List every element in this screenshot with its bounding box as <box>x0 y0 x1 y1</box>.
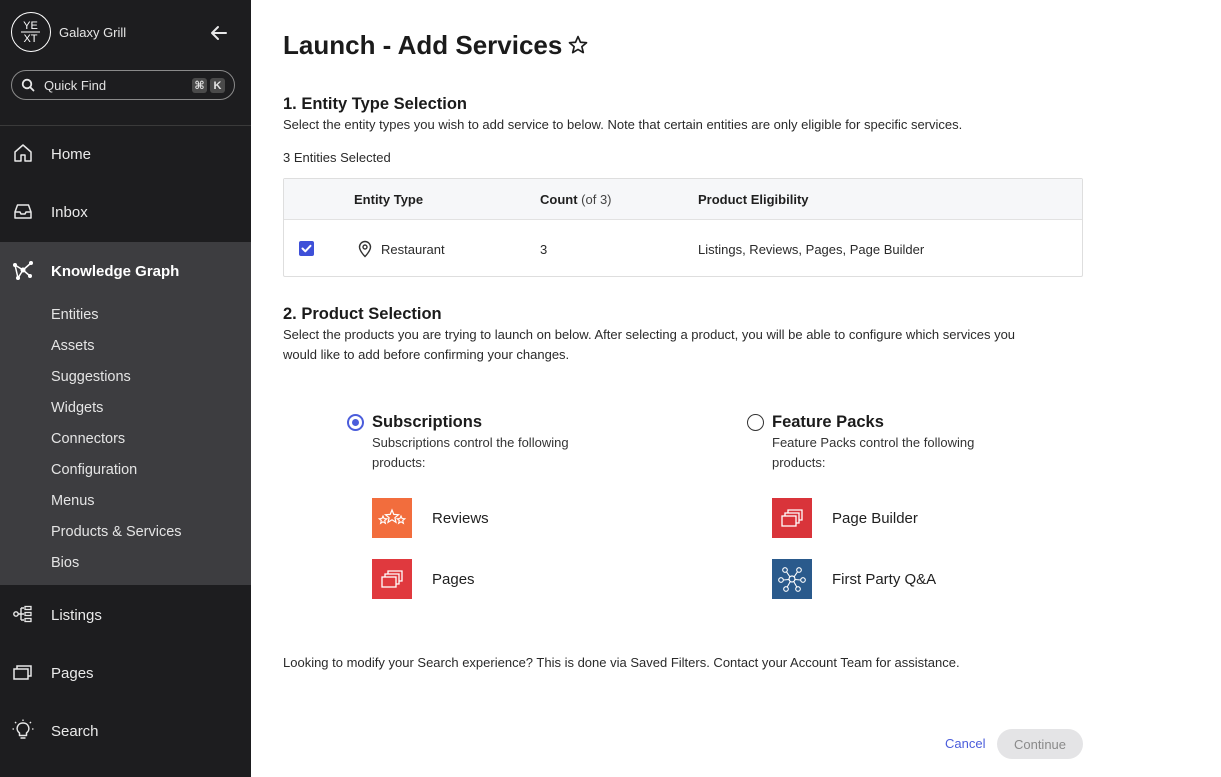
sidebar: YE XT Galaxy Grill Quick Find ⌘ K Home I… <box>0 0 251 777</box>
continue-button[interactable]: Continue <box>997 729 1083 759</box>
entity-type-table: Entity Type Count (of 3) Product Eligibi… <box>283 178 1083 277</box>
brand[interactable]: YE XT Galaxy Grill <box>11 12 126 52</box>
entities-selected-count: 3 Entities Selected <box>283 150 391 165</box>
sidebar-item-search[interactable]: Search <box>0 702 251 760</box>
product-label: Pages <box>432 570 475 588</box>
section-heading-entity-type: 1. Entity Type Selection <box>283 95 467 113</box>
sidebar-item-home[interactable]: Home <box>0 125 251 183</box>
subscriptions-radio[interactable] <box>347 414 364 431</box>
sidebar-subitem-assets[interactable]: Assets <box>51 338 95 354</box>
product-label: First Party Q&A <box>832 570 937 588</box>
sidebar-subitem-menus[interactable]: Menus <box>51 493 95 509</box>
quick-find-button[interactable]: Quick Find ⌘ K <box>11 70 235 100</box>
knowledge-graph-icon <box>13 261 33 280</box>
search-icon <box>21 78 35 92</box>
sidebar-item-label: Home <box>51 145 92 163</box>
knowledge-graph-section: Knowledge Graph Entities Assets Suggesti… <box>0 242 251 585</box>
product-label: Page Builder <box>832 509 918 527</box>
collapse-sidebar-button[interactable] <box>208 23 230 43</box>
svg-text:YE: YE <box>23 20 38 32</box>
column-header-product-eligibility: Product Eligibility <box>698 192 809 207</box>
column-header-entity-type: Entity Type <box>354 192 424 207</box>
yext-logo: YE XT <box>11 12 51 52</box>
search-experience-note: Looking to modify your Search experience… <box>283 655 960 670</box>
sidebar-subitem-connectors[interactable]: Connectors <box>51 431 125 447</box>
shortcut-key: K <box>210 78 225 93</box>
pages-stack-icon <box>772 498 812 538</box>
section-description-product-line2: would like to add before confirming your… <box>283 347 570 362</box>
shortcut-modifier-key: ⌘ <box>192 78 207 93</box>
inbox-icon <box>14 204 32 219</box>
subscriptions-description-line1: Subscriptions control the following <box>372 435 569 450</box>
sidebar-item-label: Listings <box>51 606 102 624</box>
cell-entity-type: Restaurant <box>381 242 445 257</box>
product-pages: Pages <box>372 559 475 599</box>
favorite-button[interactable] <box>567 34 589 56</box>
pages-icon <box>13 665 32 680</box>
location-pin-icon <box>358 240 372 258</box>
sidebar-item-pages[interactable]: Pages <box>0 644 251 702</box>
sidebar-item-knowledge-graph[interactable]: Knowledge Graph <box>0 242 251 300</box>
cell-product-eligibility: Listings, Reviews, Pages, Page Builder <box>698 242 925 257</box>
brand-name: Galaxy Grill <box>59 24 127 40</box>
feature-packs-radio[interactable] <box>747 414 764 431</box>
sidebar-item-label: Inbox <box>51 203 88 221</box>
sidebar-subitem-configuration[interactable]: Configuration <box>51 462 137 478</box>
section-description-product-line1: Select the products you are trying to la… <box>283 327 1016 342</box>
star-icon <box>568 35 588 54</box>
subscriptions-description-line2: products: <box>372 455 426 470</box>
sidebar-item-inbox[interactable]: Inbox <box>0 183 251 241</box>
subscriptions-title: Subscriptions <box>372 413 483 431</box>
quick-find-label: Quick Find <box>44 77 107 93</box>
row-checkbox[interactable] <box>299 241 314 256</box>
reviews-stars-icon <box>372 498 412 538</box>
feature-packs-title: Feature Packs <box>772 413 884 431</box>
product-page-builder: Page Builder <box>772 498 918 538</box>
listings-icon <box>13 605 32 623</box>
home-icon <box>14 144 32 162</box>
section-heading-product: 2. Product Selection <box>283 305 442 323</box>
feature-packs-description-line1: Feature Packs control the following <box>772 435 975 450</box>
sidebar-item-label: Pages <box>51 664 94 682</box>
column-header-count: Count (of 3) <box>540 192 612 207</box>
cancel-button[interactable]: Cancel <box>945 736 985 751</box>
checkmark-icon <box>301 244 312 253</box>
section-description-entity-type: Select the entity types you wish to add … <box>283 117 963 132</box>
product-label: Reviews <box>432 509 489 527</box>
product-first-party-qa: First Party Q&A <box>772 559 936 599</box>
pages-stack-icon <box>372 559 412 599</box>
arrow-left-icon <box>211 26 227 40</box>
sidebar-subitem-entities[interactable]: Entities <box>51 307 99 323</box>
feature-packs-description-line2: products: <box>772 455 826 470</box>
sidebar-subitem-widgets[interactable]: Widgets <box>51 400 103 416</box>
lightbulb-icon <box>12 719 34 739</box>
network-nodes-icon <box>772 559 812 599</box>
sidebar-subitem-bios[interactable]: Bios <box>51 555 79 571</box>
product-reviews: Reviews <box>372 498 489 538</box>
svg-text:XT: XT <box>23 33 37 45</box>
page-title: Launch - Add Services <box>283 30 563 60</box>
sidebar-subitem-suggestions[interactable]: Suggestions <box>51 369 131 385</box>
sidebar-item-label: Search <box>51 722 99 740</box>
sidebar-subitem-products-services[interactable]: Products & Services <box>51 524 182 540</box>
sidebar-item-listings[interactable]: Listings <box>0 586 251 644</box>
cell-count: 3 <box>540 242 548 257</box>
sidebar-item-label: Knowledge Graph <box>51 262 180 280</box>
